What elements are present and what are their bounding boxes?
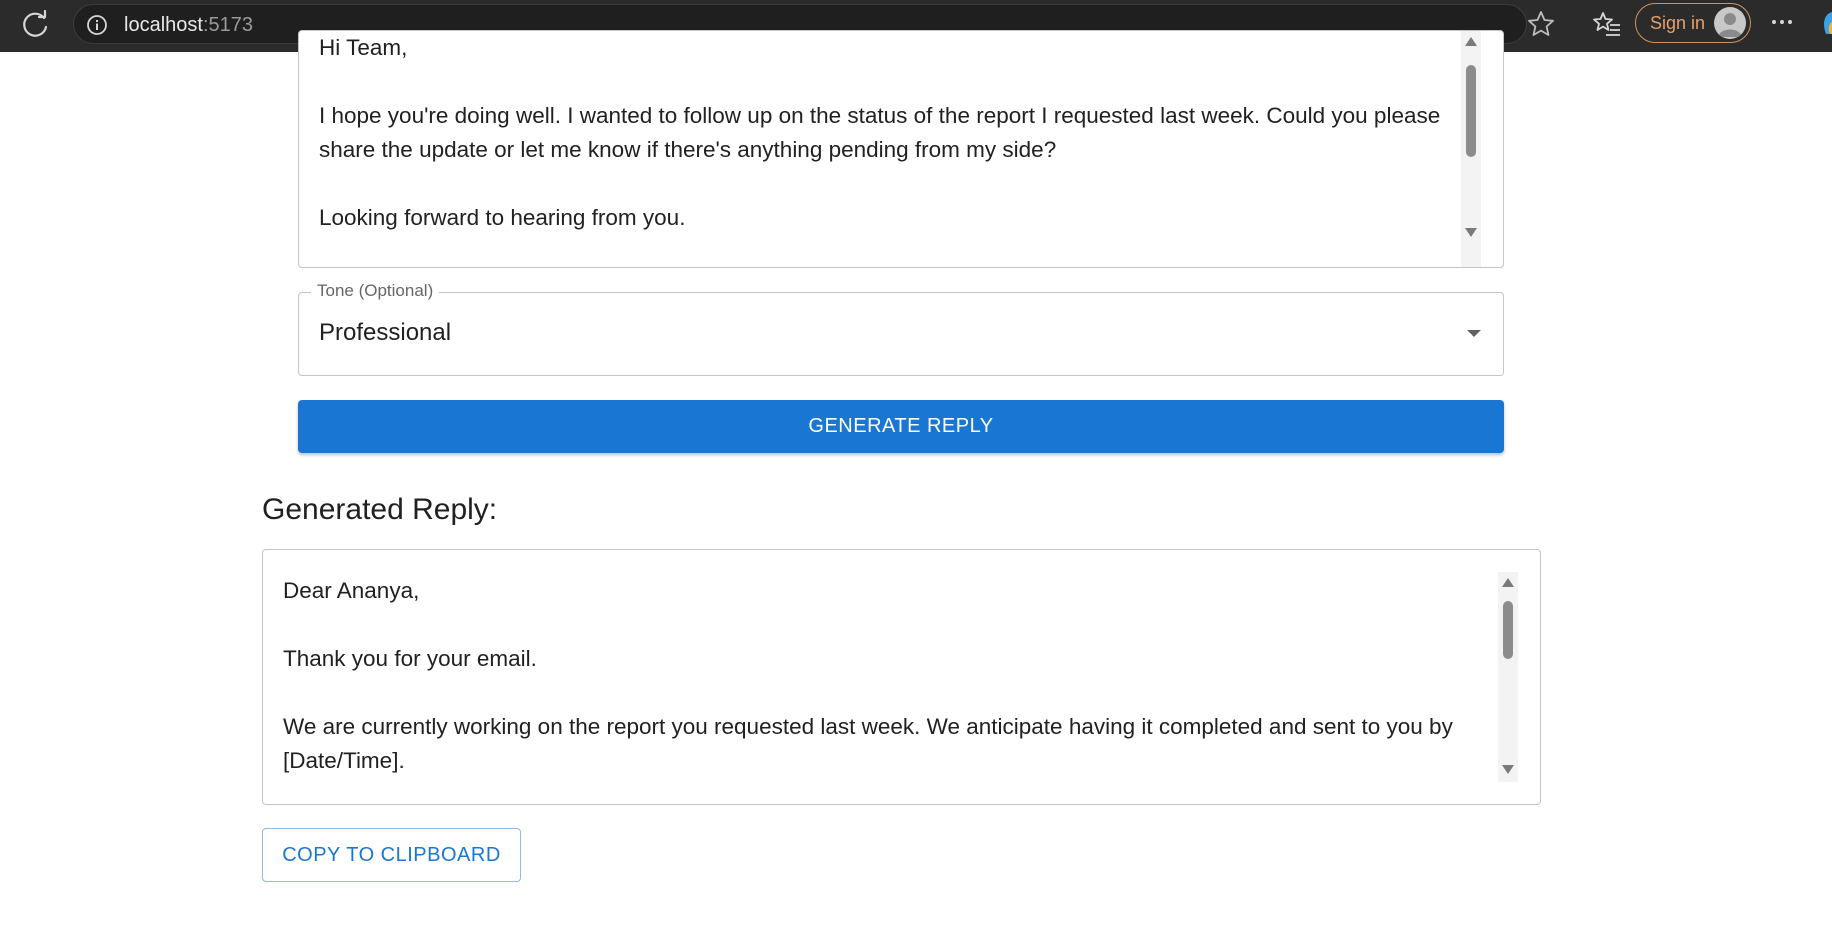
email-blank-line [319, 65, 1479, 99]
favorite-star-icon[interactable] [1526, 9, 1556, 39]
avatar-icon [1714, 7, 1746, 39]
reply-blank-line [283, 608, 1483, 642]
email-line: Looking forward to hearing from you. [319, 205, 686, 230]
email-blank-line [319, 167, 1479, 201]
scroll-up-icon[interactable] [1502, 578, 1514, 587]
dropdown-arrow-icon[interactable] [1467, 330, 1481, 337]
sign-in-label: Sign in [1650, 13, 1706, 33]
generated-reply-text: Dear Ananya, Thank you for your email. W… [283, 574, 1483, 778]
email-scrollbar[interactable] [1461, 31, 1481, 267]
scroll-down-icon[interactable] [1502, 765, 1514, 774]
copilot-icon[interactable] [1820, 10, 1832, 36]
reload-icon[interactable] [20, 9, 52, 41]
sign-in-button[interactable]: Sign in [1635, 3, 1751, 43]
scrollbar-thumb[interactable] [1503, 601, 1513, 659]
generate-reply-button[interactable]: GENERATE REPLY [298, 400, 1504, 453]
tone-select[interactable]: Tone (Optional) Professional [298, 281, 1504, 376]
favorites-icon[interactable] [1592, 9, 1622, 39]
email-line: I hope you're doing well. I wanted to fo… [319, 103, 1447, 162]
reply-line: Dear Ananya, [283, 578, 420, 603]
more-options-icon[interactable] [1770, 15, 1794, 29]
url-text[interactable]: localhost:5173 [124, 14, 253, 37]
email-content-textarea[interactable]: Hi Team, I hope you're doing well. I wan… [298, 30, 1504, 268]
info-icon[interactable] [86, 14, 108, 36]
reply-line: We are currently working on the report y… [283, 714, 1460, 773]
scrollbar-thumb[interactable] [1466, 65, 1476, 157]
copy-to-clipboard-button[interactable]: COPY TO CLIPBOARD [262, 828, 521, 882]
scroll-up-icon[interactable] [1465, 37, 1477, 46]
email-line: Hi Team, [319, 35, 408, 60]
email-content-text: Hi Team, I hope you're doing well. I wan… [319, 31, 1479, 235]
generated-reply-heading: Generated Reply: [262, 493, 498, 526]
tone-label: Tone (Optional) [311, 281, 440, 301]
reply-blank-line [283, 676, 1483, 710]
scroll-down-icon[interactable] [1465, 228, 1477, 237]
tone-value: Professional [319, 319, 452, 346]
reply-scrollbar[interactable] [1498, 572, 1518, 782]
generated-reply-textarea[interactable]: Dear Ananya, Thank you for your email. W… [262, 549, 1541, 805]
reply-line: Thank you for your email. [283, 646, 537, 671]
